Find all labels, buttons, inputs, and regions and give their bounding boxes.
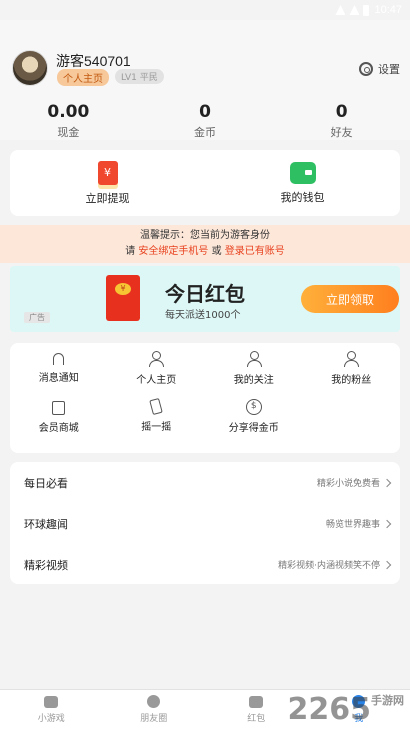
tab-mini-games[interactable]: 小游戏 — [0, 690, 103, 729]
status-time: 10:47 — [374, 4, 402, 16]
person-icon — [148, 351, 165, 367]
list-desc: 精彩小说免费看 — [316, 479, 380, 489]
notice-prefix: 请 — [125, 246, 139, 257]
stats-row: 0.00 现金 0 金币 0 好友 — [0, 102, 410, 140]
gamepad-icon — [44, 695, 59, 708]
username: 游客540701 — [56, 53, 131, 69]
bind-phone-link[interactable]: 安全绑定手机号 — [138, 246, 208, 257]
stat-friends[interactable]: 0 好友 — [273, 102, 410, 140]
grid-item-homepage[interactable]: 个人主页 — [108, 351, 206, 399]
wallet-icon — [289, 161, 316, 184]
shopping-bag-icon — [52, 401, 66, 415]
claim-button[interactable]: 立即领取 — [301, 285, 399, 313]
my-wallet-button[interactable]: 我的钱包 — [205, 150, 400, 216]
tab-label: 朋友圈 — [140, 714, 168, 724]
home-badge[interactable]: 个人主页 — [57, 69, 109, 86]
banner-title: 今日红包 — [165, 282, 245, 306]
wifi-icon — [349, 5, 360, 15]
person-add-icon — [246, 351, 262, 367]
wallet-label: 我的钱包 — [280, 190, 325, 204]
notice-line2: 请 安全绑定手机号 或 登录已有账号 — [0, 244, 410, 260]
grid-label: 分享得金币 — [228, 423, 279, 434]
login-link[interactable]: 登录已有账号 — [225, 246, 285, 257]
grid-item-following[interactable]: 我的关注 — [205, 351, 303, 399]
withdraw-icon: ¥ — [97, 160, 118, 185]
grid-label: 消息通知 — [38, 373, 79, 384]
withdraw-button[interactable]: ¥ 立即提现 — [10, 150, 205, 216]
tab-label: 我 — [354, 714, 364, 724]
grid-item-fans[interactable]: 我的粉丝 — [303, 351, 401, 399]
withdraw-label: 立即提现 — [85, 191, 130, 205]
red-envelope-icon — [106, 275, 140, 321]
notice-or: 或 — [208, 246, 225, 257]
status-bar: 10:47 — [0, 0, 410, 20]
stat-label: 金币 — [194, 126, 216, 139]
grid-label: 会员商城 — [38, 423, 79, 434]
profile-header: 游客540701 个人主页 LV1 平民 设置 0.00 现金 0 金币 0 好… — [0, 20, 410, 140]
red-packet-icon — [249, 695, 264, 708]
feature-list: 每日必看 精彩小说免费看 环球趣闻 畅览世界趣事 精彩视频 精彩视频·内涵视频笑… — [10, 462, 400, 584]
settings-label: 设置 — [378, 63, 400, 76]
chevron-right-icon — [382, 519, 392, 528]
list-item[interactable]: 环球趣闻 畅览世界趣事 — [10, 503, 400, 544]
stat-value: 0 — [199, 102, 211, 122]
signal-icon — [335, 5, 346, 15]
grid-empty — [303, 399, 401, 447]
person-icon — [352, 695, 366, 708]
person-heart-icon — [343, 351, 360, 367]
battery-icon — [363, 4, 370, 16]
grid-label: 我的粉丝 — [331, 375, 372, 386]
aperture-icon — [147, 695, 161, 708]
bottom-tab-bar: 小游戏 朋友圈 红包 我 — [0, 689, 410, 729]
list-desc: 畅览世界趣事 — [325, 520, 380, 530]
chevron-right-icon — [382, 560, 392, 569]
settings-button[interactable]: 设置 — [359, 61, 400, 77]
bell-icon — [53, 353, 65, 365]
dollar-coin-icon: $ — [245, 399, 262, 415]
list-title: 环球趣闻 — [24, 517, 68, 531]
list-title: 精彩视频 — [24, 558, 68, 572]
shake-phone-icon — [149, 397, 164, 416]
grid-label: 摇一摇 — [141, 422, 172, 433]
ad-tag: 广告 — [24, 312, 50, 323]
grid-item-share-coins[interactable]: $ 分享得金币 — [205, 399, 303, 447]
red-packet-banner[interactable]: 今日红包 每天派送1000个 立即领取 广告 — [10, 266, 400, 332]
tab-me[interactable]: 我 — [308, 690, 410, 729]
tab-moments[interactable]: 朋友圈 — [103, 690, 206, 729]
list-title: 每日必看 — [24, 476, 68, 490]
tab-red-packet[interactable]: 红包 — [205, 690, 308, 729]
grid-item-notifications[interactable]: 消息通知 — [10, 351, 108, 399]
list-item[interactable]: 每日必看 精彩小说免费看 — [10, 462, 400, 503]
avatar[interactable] — [12, 50, 48, 86]
grid-label: 我的关注 — [233, 375, 274, 386]
function-grid: 消息通知 个人主页 我的关注 我的粉丝 会员商城 摇一摇 $ 分享得金币 — [10, 343, 400, 453]
grid-label: 个人主页 — [136, 375, 177, 386]
chevron-right-icon — [382, 478, 392, 487]
stat-value: 0.00 — [47, 102, 90, 122]
wallet-card: ¥ 立即提现 我的钱包 — [10, 150, 400, 216]
banner-subtitle: 每天派送1000个 — [165, 310, 241, 321]
grid-item-shake[interactable]: 摇一摇 — [108, 397, 206, 447]
stat-label: 现金 — [57, 126, 80, 139]
notice-line1: 温馨提示：您当前为游客身份 — [140, 230, 270, 241]
list-item[interactable]: 精彩视频 精彩视频·内涵视频笑不停 — [10, 544, 400, 585]
stat-coins[interactable]: 0 金币 — [137, 102, 274, 140]
stat-label: 好友 — [330, 126, 353, 139]
list-desc: 精彩视频·内涵视频笑不停 — [278, 561, 380, 571]
tab-label: 红包 — [247, 713, 266, 724]
gear-icon — [359, 62, 373, 76]
tab-label: 小游戏 — [37, 713, 65, 724]
stat-cash[interactable]: 0.00 现金 — [0, 102, 137, 140]
level-badge: LV1 平民 — [115, 69, 164, 84]
stat-value: 0 — [335, 102, 348, 122]
grid-item-member-mall[interactable]: 会员商城 — [10, 399, 108, 447]
guest-notice: 温馨提示：您当前为游客身份 请 安全绑定手机号 或 登录已有账号 — [0, 225, 410, 263]
